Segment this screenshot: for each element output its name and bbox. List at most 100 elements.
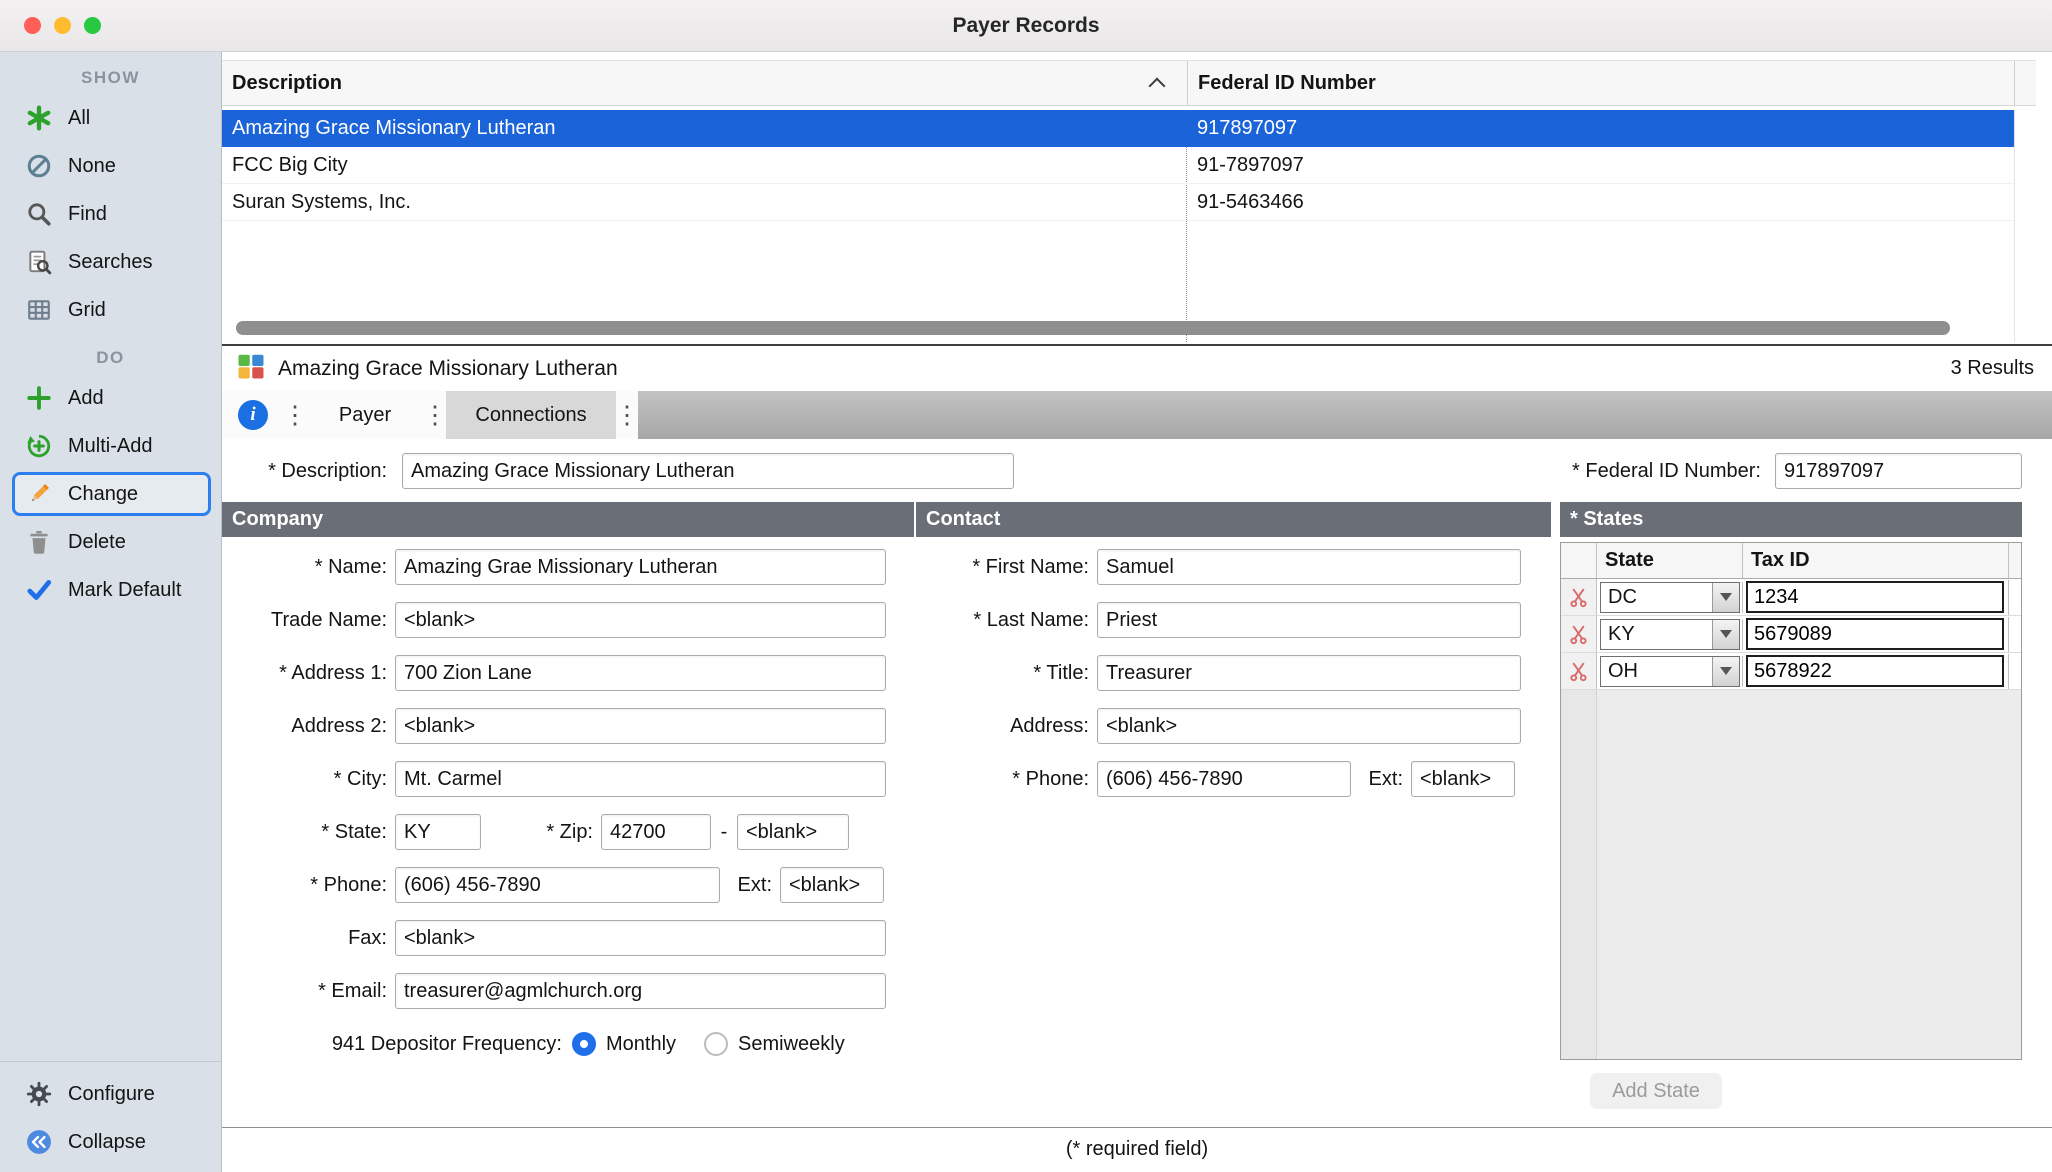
delete-state-button[interactable]: [1561, 616, 1597, 652]
record-header: Amazing Grace Missionary Lutheran 3 Resu…: [222, 346, 2052, 391]
address1-input[interactable]: [395, 655, 886, 691]
chevron-down-icon: [1712, 657, 1739, 686]
contact-phone-input[interactable]: [1097, 761, 1351, 797]
close-button[interactable]: [24, 17, 41, 34]
state-input[interactable]: [395, 814, 481, 850]
states-table-header: State Tax ID: [1561, 543, 2021, 579]
state-select[interactable]: DC: [1600, 582, 1740, 613]
column-header-description[interactable]: Description: [222, 61, 1187, 105]
contact-address-input[interactable]: [1097, 708, 1521, 744]
document-search-icon: [24, 247, 54, 277]
zip-input[interactable]: [601, 814, 711, 850]
last-name-input[interactable]: [1097, 602, 1521, 638]
description-input[interactable]: [402, 453, 1014, 489]
window-title: Payer Records: [0, 0, 2052, 51]
sidebar-item-label: Mark Default: [68, 579, 181, 602]
table-row[interactable]: Suran Systems, Inc. 91-5463466: [222, 184, 2014, 221]
sidebar-section-show: SHOW: [0, 68, 221, 88]
state-select[interactable]: KY: [1600, 619, 1740, 650]
sidebar-item-label: None: [68, 155, 116, 178]
company-ext-input[interactable]: [780, 867, 884, 903]
monthly-radio[interactable]: [572, 1032, 596, 1056]
monthly-radio-option[interactable]: Monthly: [572, 1032, 676, 1056]
tax-id-input[interactable]: [1746, 655, 2004, 687]
info-icon: i: [238, 400, 268, 430]
address1-label: * Address 1:: [222, 662, 395, 685]
state-row: KY: [1561, 616, 2021, 653]
sidebar-item-mark-default[interactable]: Mark Default: [12, 568, 211, 612]
column-header-federal-id[interactable]: Federal ID Number: [1187, 61, 2014, 105]
tax-id-column-header[interactable]: Tax ID: [1743, 543, 2009, 578]
name-input[interactable]: [395, 549, 886, 585]
city-input[interactable]: [395, 761, 886, 797]
company-ext-label: Ext:: [720, 874, 780, 897]
depositor-frequency-label: 941 Depositor Frequency:: [222, 1033, 572, 1056]
sidebar-item-add[interactable]: Add: [12, 376, 211, 420]
sidebar-item-configure[interactable]: Configure: [12, 1072, 211, 1116]
federal-id-input[interactable]: [1775, 453, 2022, 489]
state-column-header[interactable]: State: [1597, 543, 1743, 578]
info-button[interactable]: i: [222, 391, 284, 439]
contact-ext-input[interactable]: [1411, 761, 1515, 797]
federal-id-label: * Federal ID Number:: [1572, 460, 1769, 483]
state-select[interactable]: OH: [1600, 656, 1740, 687]
add-state-button[interactable]: Add State: [1590, 1073, 1722, 1109]
delete-state-button[interactable]: [1561, 579, 1597, 615]
sidebar-item-change[interactable]: Change: [12, 472, 211, 516]
sidebar-item-multi-add[interactable]: Multi-Add: [12, 424, 211, 468]
table-row[interactable]: Amazing Grace Missionary Lutheran 917897…: [222, 110, 2014, 147]
tax-id-input[interactable]: [1746, 581, 2004, 613]
first-name-label: * First Name:: [916, 556, 1097, 579]
contact-panel: Contact * First Name: * Last Name: * Tit…: [916, 502, 1551, 797]
name-label: * Name:: [222, 556, 395, 579]
semiweekly-radio[interactable]: [704, 1032, 728, 1056]
zoom-button[interactable]: [84, 17, 101, 34]
scissors-icon: [1568, 624, 1589, 645]
chevron-down-icon: [1712, 620, 1739, 649]
table-row[interactable]: FCC Big City 91-7897097: [222, 147, 2014, 184]
grid-icon: [24, 295, 54, 325]
trade-name-input[interactable]: [395, 602, 886, 638]
horizontal-scrollbar-thumb[interactable]: [236, 321, 1950, 335]
email-input[interactable]: [395, 973, 886, 1009]
magnifier-icon: [24, 199, 54, 229]
sidebar-item-grid[interactable]: Grid: [12, 288, 211, 332]
sidebar-item-delete[interactable]: Delete: [12, 520, 211, 564]
required-field-note: (* required field): [222, 1138, 2052, 1161]
first-name-input[interactable]: [1097, 549, 1521, 585]
minimize-button[interactable]: [54, 17, 71, 34]
sidebar-item-all[interactable]: All: [12, 96, 211, 140]
tax-id-input[interactable]: [1746, 618, 2004, 650]
tab-payer[interactable]: Payer: [306, 391, 424, 439]
tab-connections[interactable]: Connections: [446, 391, 616, 439]
records-table-body: Amazing Grace Missionary Lutheran 917897…: [222, 110, 2036, 342]
payer-records-window: Payer Records SHOW All None Find: [0, 0, 2052, 1172]
contact-phone-label: * Phone:: [916, 768, 1097, 791]
description-row: * Description: * Federal ID Number:: [222, 453, 2052, 489]
title-input[interactable]: [1097, 655, 1521, 691]
gear-icon: [24, 1079, 54, 1109]
state-label: * State:: [222, 821, 395, 844]
states-table-filler: [1561, 690, 1597, 1059]
zip4-input[interactable]: [737, 814, 849, 850]
sidebar-item-searches[interactable]: Searches: [12, 240, 211, 284]
sidebar-item-label: Searches: [68, 251, 153, 274]
column-separator-right: [2014, 110, 2015, 342]
contact-address-label: Address:: [916, 715, 1097, 738]
multi-add-icon: [24, 431, 54, 461]
sidebar-section-do: DO: [0, 348, 221, 368]
fax-input[interactable]: [395, 920, 886, 956]
contact-panel-header: Contact: [916, 502, 1551, 537]
states-panel-header: * States: [1560, 502, 2022, 537]
states-table: State Tax ID DC: [1560, 542, 2022, 1060]
tab-separator-icon: ⋮: [424, 391, 446, 439]
semiweekly-radio-option[interactable]: Semiweekly: [704, 1032, 845, 1056]
company-phone-input[interactable]: [395, 867, 720, 903]
sidebar-item-collapse[interactable]: Collapse: [12, 1120, 211, 1164]
address2-input[interactable]: [395, 708, 886, 744]
plus-icon: [24, 383, 54, 413]
sidebar-item-find[interactable]: Find: [12, 192, 211, 236]
sidebar-item-none[interactable]: None: [12, 144, 211, 188]
delete-state-button[interactable]: [1561, 653, 1597, 689]
collapse-icon: [24, 1127, 54, 1157]
